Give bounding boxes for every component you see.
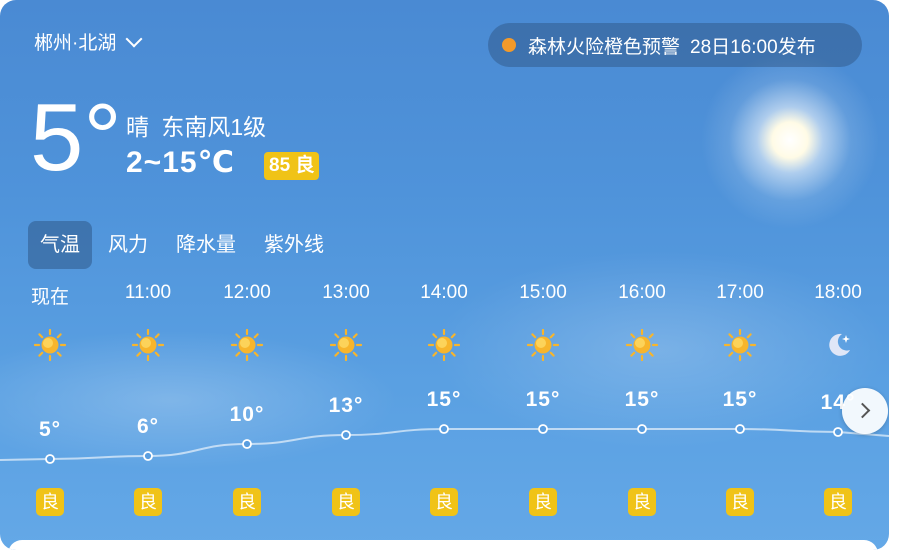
temperature-point [439, 424, 449, 434]
temperature-point [735, 424, 745, 434]
temperature-point [242, 439, 252, 449]
temperature-point [637, 424, 647, 434]
weather-card: 郴州·北湖 森林火险橙色预警 28日16:00发布 5° 晴 东南风1级 2~1… [0, 0, 889, 550]
temperature-point [45, 454, 55, 464]
chevron-right-icon [854, 402, 871, 419]
temperature-point [833, 427, 843, 437]
next-card-edge [8, 540, 878, 550]
temperature-point [538, 424, 548, 434]
next-page-button[interactable] [842, 388, 888, 434]
temperature-point [341, 430, 351, 440]
temperature-curve [0, 424, 889, 464]
temperature-point [143, 451, 153, 461]
